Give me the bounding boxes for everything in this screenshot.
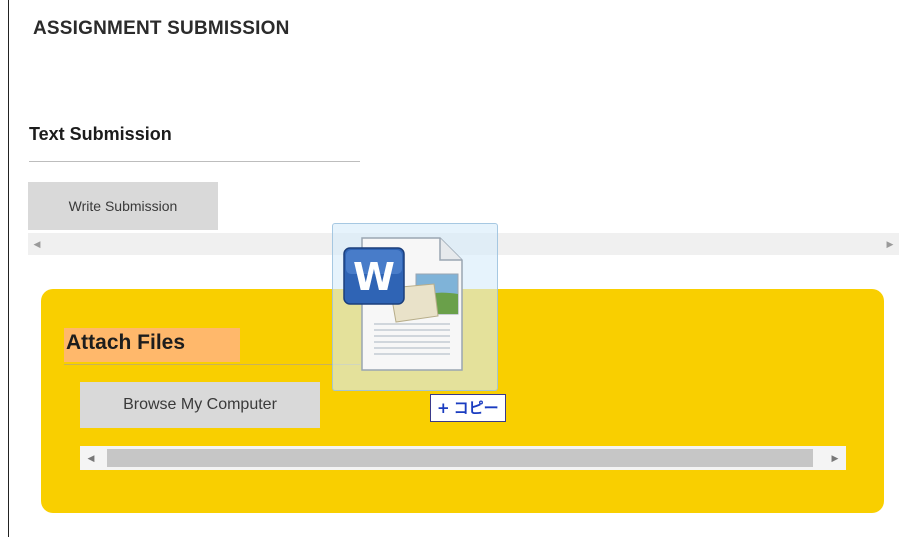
scroll-right-icon[interactable]: ▶: [828, 446, 842, 470]
scroll-left-icon[interactable]: ◀: [84, 446, 98, 470]
attach-files-heading: Attach Files: [64, 328, 240, 362]
scroll-right-icon[interactable]: ▶: [883, 233, 897, 255]
text-submission-heading: Text Submission: [29, 124, 172, 144]
svg-text:W: W: [353, 255, 395, 299]
attach-files-scrollbar[interactable]: ◀ ▶: [80, 446, 846, 470]
copy-drag-badge: + コピー: [430, 394, 506, 422]
plus-icon: +: [437, 399, 450, 417]
scroll-thumb[interactable]: [107, 449, 813, 467]
text-submission-divider: [29, 161, 360, 162]
copy-label: コピー: [453, 399, 499, 417]
scroll-left-icon[interactable]: ◀: [30, 233, 44, 255]
write-submission-button[interactable]: Write Submission: [28, 182, 218, 230]
page-title: ASSIGNMENT SUBMISSION: [33, 18, 290, 39]
attach-files-divider: [64, 364, 360, 365]
word-document-icon: W: [342, 232, 466, 379]
browse-my-computer-button[interactable]: Browse My Computer: [80, 382, 320, 428]
